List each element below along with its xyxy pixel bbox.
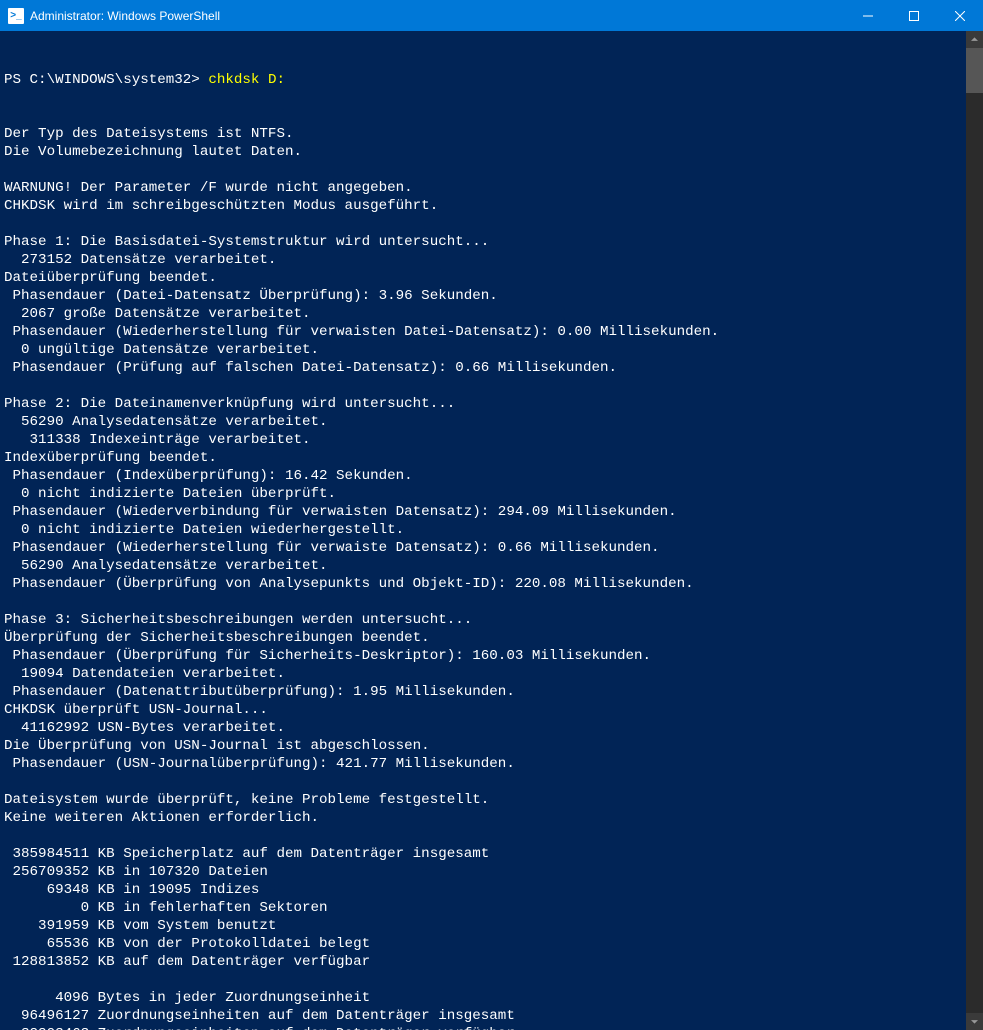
output-line xyxy=(4,215,962,233)
prompt-line: PS C:\WINDOWS\system32> chkdsk D: xyxy=(4,71,962,89)
scroll-up-button[interactable] xyxy=(966,31,983,48)
output-line: Der Typ des Dateisystems ist NTFS. xyxy=(4,125,962,143)
close-icon xyxy=(955,11,965,21)
output-line: 69348 KB in 19095 Indizes xyxy=(4,881,962,899)
output-line: 391959 KB vom System benutzt xyxy=(4,917,962,935)
scroll-thumb[interactable] xyxy=(966,48,983,93)
output-line: Phasendauer (Wiederverbindung für verwai… xyxy=(4,503,962,521)
output-line: Phasendauer (Prüfung auf falschen Datei-… xyxy=(4,359,962,377)
output-line: Phasendauer (Wiederherstellung für verwa… xyxy=(4,323,962,341)
output-line: Phase 1: Die Basisdatei-Systemstruktur w… xyxy=(4,233,962,251)
output-line: Dateisystem wurde überprüft, keine Probl… xyxy=(4,791,962,809)
output-line: 128813852 KB auf dem Datenträger verfügb… xyxy=(4,953,962,971)
output-line xyxy=(4,593,962,611)
output-line: Überprüfung der Sicherheitsbeschreibunge… xyxy=(4,629,962,647)
output-line: 0 nicht indizierte Dateien überprüft. xyxy=(4,485,962,503)
output-line xyxy=(4,773,962,791)
powershell-icon: >_ xyxy=(8,8,24,24)
output-line: 4096 Bytes in jeder Zuordnungseinheit xyxy=(4,989,962,1007)
output-line: Phasendauer (Überprüfung von Analysepunk… xyxy=(4,575,962,593)
chevron-down-icon xyxy=(971,1018,978,1025)
output-line: Phasendauer (Überprüfung für Sicherheits… xyxy=(4,647,962,665)
output-line: 56290 Analysedatensätze verarbeitet. xyxy=(4,413,962,431)
scroll-down-button[interactable] xyxy=(966,1013,983,1030)
minimize-button[interactable] xyxy=(845,0,891,31)
output-line: Phase 2: Die Dateinamenverknüpfung wird … xyxy=(4,395,962,413)
output-line: Dateiüberprüfung beendet. xyxy=(4,269,962,287)
output-line: Phasendauer (Indexüberprüfung): 16.42 Se… xyxy=(4,467,962,485)
window-title: Administrator: Windows PowerShell xyxy=(30,9,220,23)
output-line: Phasendauer (Wiederherstellung für verwa… xyxy=(4,539,962,557)
output-line: Phasendauer (Datei-Datensatz Überprüfung… xyxy=(4,287,962,305)
output-line: CHKDSK überprüft USN-Journal... xyxy=(4,701,962,719)
output-line: Phasendauer (USN-Journalüberprüfung): 42… xyxy=(4,755,962,773)
window-titlebar: >_ Administrator: Windows PowerShell xyxy=(0,0,983,31)
output-line: 65536 KB von der Protokolldatei belegt xyxy=(4,935,962,953)
output-line: 256709352 KB in 107320 Dateien xyxy=(4,863,962,881)
output-line: 56290 Analysedatensätze verarbeitet. xyxy=(4,557,962,575)
output-line: 273152 Datensätze verarbeitet. xyxy=(4,251,962,269)
minimize-icon xyxy=(863,11,873,21)
maximize-icon xyxy=(909,11,919,21)
chevron-up-icon xyxy=(971,36,978,43)
output-line: Phasendauer (Datenattributüberprüfung): … xyxy=(4,683,962,701)
output-line: Die Überprüfung von USN-Journal ist abge… xyxy=(4,737,962,755)
output-line xyxy=(4,827,962,845)
output-line: 311338 Indexeinträge verarbeitet. xyxy=(4,431,962,449)
output-line xyxy=(4,971,962,989)
output-line: CHKDSK wird im schreibgeschützten Modus … xyxy=(4,197,962,215)
output-line: 0 nicht indizierte Dateien wiederhergest… xyxy=(4,521,962,539)
output-line: 96496127 Zuordnungseinheiten auf dem Dat… xyxy=(4,1007,962,1025)
vertical-scrollbar[interactable] xyxy=(966,31,983,1030)
maximize-button[interactable] xyxy=(891,0,937,31)
command-text: chkdsk D: xyxy=(208,72,285,88)
output-line: 0 KB in fehlerhaften Sektoren xyxy=(4,899,962,917)
output-line: Indexüberprüfung beendet. xyxy=(4,449,962,467)
output-line: Phase 3: Sicherheitsbeschreibungen werde… xyxy=(4,611,962,629)
output-line: Die Volumebezeichnung lautet Daten. xyxy=(4,143,962,161)
output-line: 32203463 Zuordnungseinheiten auf dem Dat… xyxy=(4,1025,962,1030)
output-line xyxy=(4,161,962,179)
output-line: Keine weiteren Aktionen erforderlich. xyxy=(4,809,962,827)
prompt-prefix: PS C:\WINDOWS\system32> xyxy=(4,72,208,88)
output-line: 19094 Datendateien verarbeitet. xyxy=(4,665,962,683)
output-line: 2067 große Datensätze verarbeitet. xyxy=(4,305,962,323)
powershell-icon-glyph: >_ xyxy=(10,10,21,21)
close-button[interactable] xyxy=(937,0,983,31)
terminal-output[interactable]: PS C:\WINDOWS\system32> chkdsk D: Der Ty… xyxy=(0,31,966,1030)
output-line: WARNUNG! Der Parameter /F wurde nicht an… xyxy=(4,179,962,197)
output-line: 385984511 KB Speicherplatz auf dem Daten… xyxy=(4,845,962,863)
output-line xyxy=(4,377,962,395)
output-line: 41162992 USN-Bytes verarbeitet. xyxy=(4,719,962,737)
output-line: 0 ungültige Datensätze verarbeitet. xyxy=(4,341,962,359)
